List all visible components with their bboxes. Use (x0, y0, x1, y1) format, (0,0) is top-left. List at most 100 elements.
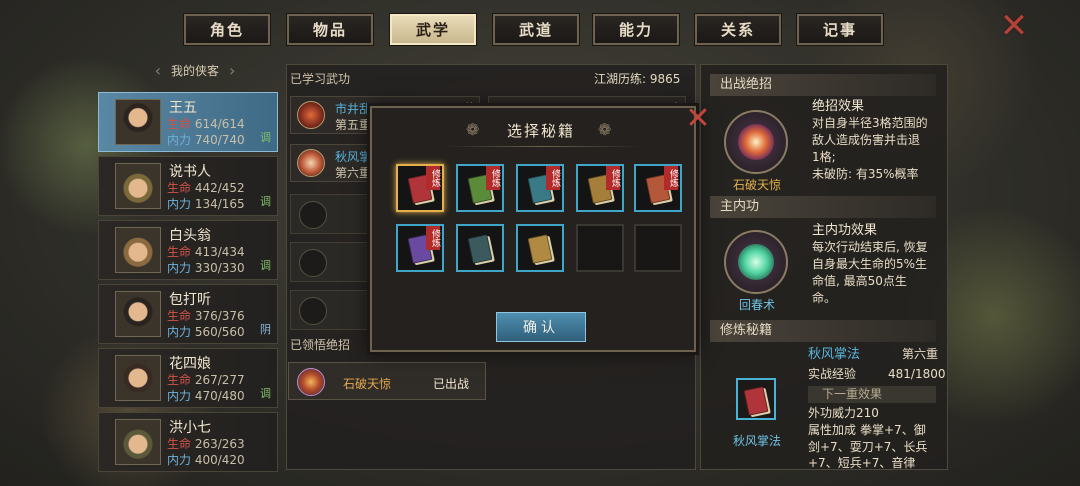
chevron-left-icon[interactable]: ‹ (155, 61, 161, 80)
close-icon[interactable]: ✕ (682, 104, 714, 136)
manual-slot-3[interactable]: 修炼 (576, 164, 624, 212)
hero-name: 花四娘 (169, 356, 211, 372)
book-icon (527, 234, 553, 264)
effect-line: 未破防: 有35%概率 (812, 167, 919, 181)
tab-martial-arts[interactable]: 武学 (389, 13, 477, 46)
hero-card-2[interactable]: 白头翁 生命 413/434 内力 330/330 调 (98, 220, 278, 280)
leaf-icon (738, 244, 774, 280)
section-manual: 修炼秘籍 (710, 320, 936, 342)
training-badge: 修炼 (664, 166, 678, 190)
training-badge: 修炼 (606, 166, 620, 190)
inner-medallion-label: 回春术 (738, 298, 775, 312)
empty-slot-icon (299, 297, 327, 325)
hero-card-0[interactable]: 王五 生命 614/614 内力 740/740 调 (98, 92, 278, 152)
manual-slot-7[interactable] (516, 224, 564, 272)
combat-exp-label: 实战经验 (808, 367, 857, 381)
manual-slot-6[interactable] (456, 224, 504, 272)
tab-abilities[interactable]: 能力 (592, 13, 680, 46)
empty-slot-icon (299, 249, 327, 277)
chevron-right-icon[interactable]: › (229, 61, 235, 80)
tab-character[interactable]: 角色 (183, 13, 271, 46)
combat-exp-value: 481/1800 (888, 367, 946, 381)
hero-name: 王五 (169, 100, 197, 116)
next-level-label: 下一重效果 (808, 386, 936, 403)
skill-level: 第五重 (335, 118, 372, 132)
hp-value: 267/277 (194, 373, 245, 387)
manual-slot-2[interactable]: 修炼 (516, 164, 564, 212)
ultimate-medallion (724, 110, 788, 174)
ultimate-effect-title: 绝招效果 (812, 99, 865, 114)
avatar (115, 227, 161, 273)
hero-hp: 生命 376/376 (167, 307, 245, 324)
hero-name: 说书人 (169, 164, 211, 180)
jianghu-exp: 江湖历练: 9865 (594, 72, 681, 86)
tab-journal[interactable]: 记事 (796, 13, 884, 46)
hero-mp: 内力 470/480 (167, 387, 245, 404)
mp-label: 内力 (167, 261, 192, 275)
hero-card-1[interactable]: 说书人 生命 442/452 内力 134/165 调 (98, 156, 278, 216)
book-icon (743, 386, 769, 416)
power-value: 外功威力210 (808, 406, 879, 420)
fist-icon (297, 101, 325, 129)
manual-slot-empty (634, 224, 682, 272)
manual-slot-4[interactable]: 修炼 (634, 164, 682, 212)
effect-line: 每次行动结束后, 恢复 (812, 240, 928, 254)
training-badge: 修炼 (426, 166, 440, 190)
mp-label: 内力 (167, 133, 192, 147)
book-icon (467, 234, 493, 264)
hero-card-4[interactable]: 花四娘 生命 267/277 内力 470/480 调 (98, 348, 278, 408)
hero-mp: 内力 560/560 (167, 323, 245, 340)
hero-hp: 生命 442/452 (167, 179, 245, 196)
manual-caption: 秋风掌法 (732, 434, 781, 448)
tab-relations[interactable]: 关系 (694, 13, 782, 46)
hp-value: 376/376 (194, 309, 245, 323)
modal-title: 选择秘籍 (506, 122, 575, 140)
tab-martial-way[interactable]: 武道 (492, 13, 580, 46)
mp-value: 400/420 (194, 453, 245, 467)
hero-tag: 调 (260, 131, 271, 144)
burst-icon (297, 368, 325, 396)
effect-line: 命值, 最高50点生 (812, 274, 907, 288)
ultimate-name: 石破天惊 (343, 377, 392, 391)
hp-value: 413/434 (194, 245, 245, 259)
attr-line: 剑+7、耍刀+7、长兵 (808, 440, 928, 454)
ultimate-status: 已出战 (433, 377, 470, 391)
empty-slot-icon (299, 201, 327, 229)
mp-label: 内力 (167, 389, 192, 403)
mp-value: 560/560 (194, 325, 245, 339)
hero-hp: 生命 614/614 (167, 115, 245, 132)
manual-book-slot[interactable] (736, 378, 776, 420)
attr-label: 属性加成 (808, 423, 857, 437)
close-icon[interactable]: ✕ (996, 8, 1032, 44)
training-badge: 修炼 (426, 226, 440, 250)
roster-header: ‹ 我的侠客 › (110, 58, 280, 82)
burst-icon (738, 124, 774, 160)
hero-tag: 调 (260, 195, 271, 208)
hp-value: 614/614 (194, 117, 245, 131)
roster-title: 我的侠客 (170, 63, 219, 78)
mp-value: 134/165 (194, 197, 245, 211)
confirm-button[interactable]: 确认 (496, 312, 586, 342)
hero-mp: 内力 400/420 (167, 451, 245, 468)
inner-effect-title: 主内功效果 (812, 223, 878, 238)
hp-label: 生命 (167, 117, 192, 131)
avatar (115, 163, 161, 209)
ultimate-medallion-label: 石破天惊 (732, 178, 781, 192)
hero-card-5[interactable]: 洪小七 生命 263/263 内力 400/420 (98, 412, 278, 472)
mp-value: 470/480 (194, 389, 245, 403)
manual-slot-5[interactable]: 修炼 (396, 224, 444, 272)
manual-slot-0[interactable]: 修炼 (396, 164, 444, 212)
hero-card-3[interactable]: 包打听 生命 376/376 内力 560/560 阴 (98, 284, 278, 344)
mp-value: 330/330 (194, 261, 245, 275)
manual-slot-empty (576, 224, 624, 272)
hero-mp: 内力 740/740 (167, 131, 245, 148)
hero-name: 白头翁 (169, 228, 211, 244)
hero-hp: 生命 267/277 (167, 371, 245, 388)
tab-items[interactable]: 物品 (286, 13, 374, 46)
ultimate-row[interactable]: 石破天惊 已出战 (288, 362, 486, 400)
ultimate-title: 已领悟绝招 (290, 338, 351, 352)
inner-medallion (724, 230, 788, 294)
hp-label: 生命 (167, 437, 192, 451)
manual-slot-1[interactable]: 修炼 (456, 164, 504, 212)
training-badge: 修炼 (486, 166, 500, 190)
